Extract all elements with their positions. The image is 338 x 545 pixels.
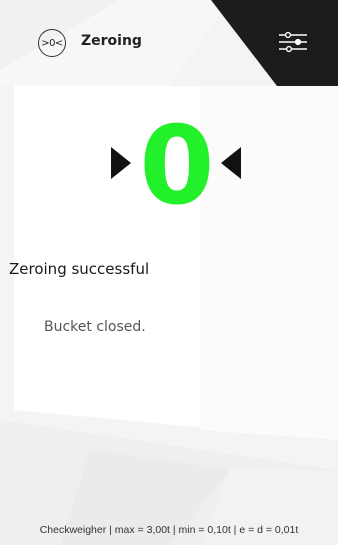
status-message: Bucket closed. [44, 319, 146, 335]
device-info-footer: Checkweigher | max = 3,00t | min = 0,10t… [39, 524, 299, 536]
settings-panel [211, 0, 338, 86]
zeroing-icon: >0< [38, 29, 66, 57]
zero-display: 0 [0, 104, 338, 229]
triangle-left-icon [221, 147, 241, 179]
weight-value: 0 [139, 104, 215, 229]
header: >0< Zeroing [0, 0, 338, 86]
status-title: Zeroing successful [9, 260, 150, 278]
page-title: Zeroing [81, 33, 142, 49]
triangle-right-icon [111, 147, 131, 179]
settings-sliders-icon[interactable] [279, 30, 307, 54]
